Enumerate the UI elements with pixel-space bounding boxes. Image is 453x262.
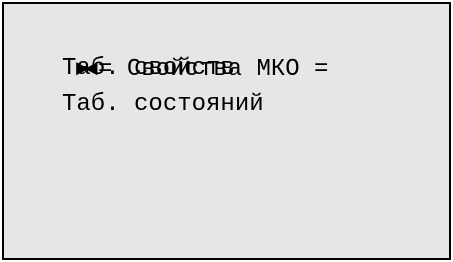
- menu-item-properties-table[interactable]: Таб. свойств: [62, 51, 235, 87]
- menu-item-states-table[interactable]: Таб. состояний: [62, 87, 264, 123]
- lcd-screen: ►◄ = Свойства МКО = Таб. свойств Таб. сос…: [2, 2, 451, 260]
- menu-header: ►◄ = Свойства МКО =: [18, 16, 329, 83]
